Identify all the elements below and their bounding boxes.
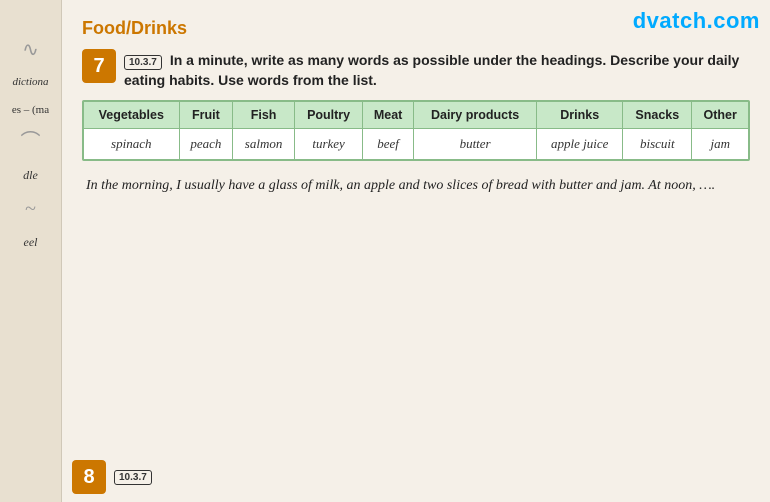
sidebar-dictiona: dictiona — [12, 76, 48, 88]
sidebar-dle: dle — [23, 168, 38, 183]
cell-vegetables: spinach — [84, 129, 180, 160]
section-heading: Food/Drinks — [82, 18, 750, 39]
sample-text: In the morning, I usually have a glass o… — [86, 175, 750, 197]
cell-snacks: biscuit — [623, 129, 692, 160]
col-drinks: Drinks — [537, 102, 623, 129]
cell-meat: beef — [363, 129, 414, 160]
cell-poultry: turkey — [294, 129, 362, 160]
exercise-7-number: 7 — [82, 49, 116, 83]
col-snacks: Snacks — [623, 102, 692, 129]
cell-other: jam — [692, 129, 749, 160]
table-header-row: Vegetables Fruit Fish Poultry Meat Dairy… — [84, 102, 749, 129]
col-other: Other — [692, 102, 749, 129]
cell-dairy: butter — [413, 129, 536, 160]
exercise-7-row: 7 10.3.7 In a minute, write as many word… — [82, 49, 750, 90]
cell-fruit: peach — [179, 129, 233, 160]
scribble-mid: ⌒ — [21, 132, 41, 152]
food-table-wrapper: Vegetables Fruit Fish Poultry Meat Dairy… — [82, 100, 750, 161]
exercise-8-row: 8 10.3.7 — [72, 460, 152, 494]
food-table: Vegetables Fruit Fish Poultry Meat Dairy… — [83, 101, 749, 160]
left-sidebar: ∿ dictiona es – (ma ⌒ dle ~ eel — [0, 0, 62, 502]
scribble-top: ∿ — [22, 40, 39, 60]
main-content: Food/Drinks 7 10.3.7 In a minute, write … — [62, 0, 770, 502]
scribble-bot: ~ — [25, 199, 36, 219]
exercise-8-number: 8 — [72, 460, 106, 494]
table-row: spinach peach salmon turkey beef butter … — [84, 129, 749, 160]
col-fruit: Fruit — [179, 102, 233, 129]
cell-drinks: apple juice — [537, 129, 623, 160]
exercise-8-tag: 10.3.7 — [114, 470, 152, 485]
col-fish: Fish — [233, 102, 295, 129]
exercise-7-tag: 10.3.7 — [124, 55, 162, 70]
col-vegetables: Vegetables — [84, 102, 180, 129]
col-dairy: Dairy products — [413, 102, 536, 129]
sidebar-es: es – (ma — [12, 104, 49, 116]
col-poultry: Poultry — [294, 102, 362, 129]
sidebar-eel: eel — [24, 235, 38, 250]
col-meat: Meat — [363, 102, 414, 129]
cell-fish: salmon — [233, 129, 295, 160]
exercise-7-instruction: In a minute, write as many words as poss… — [124, 52, 739, 88]
